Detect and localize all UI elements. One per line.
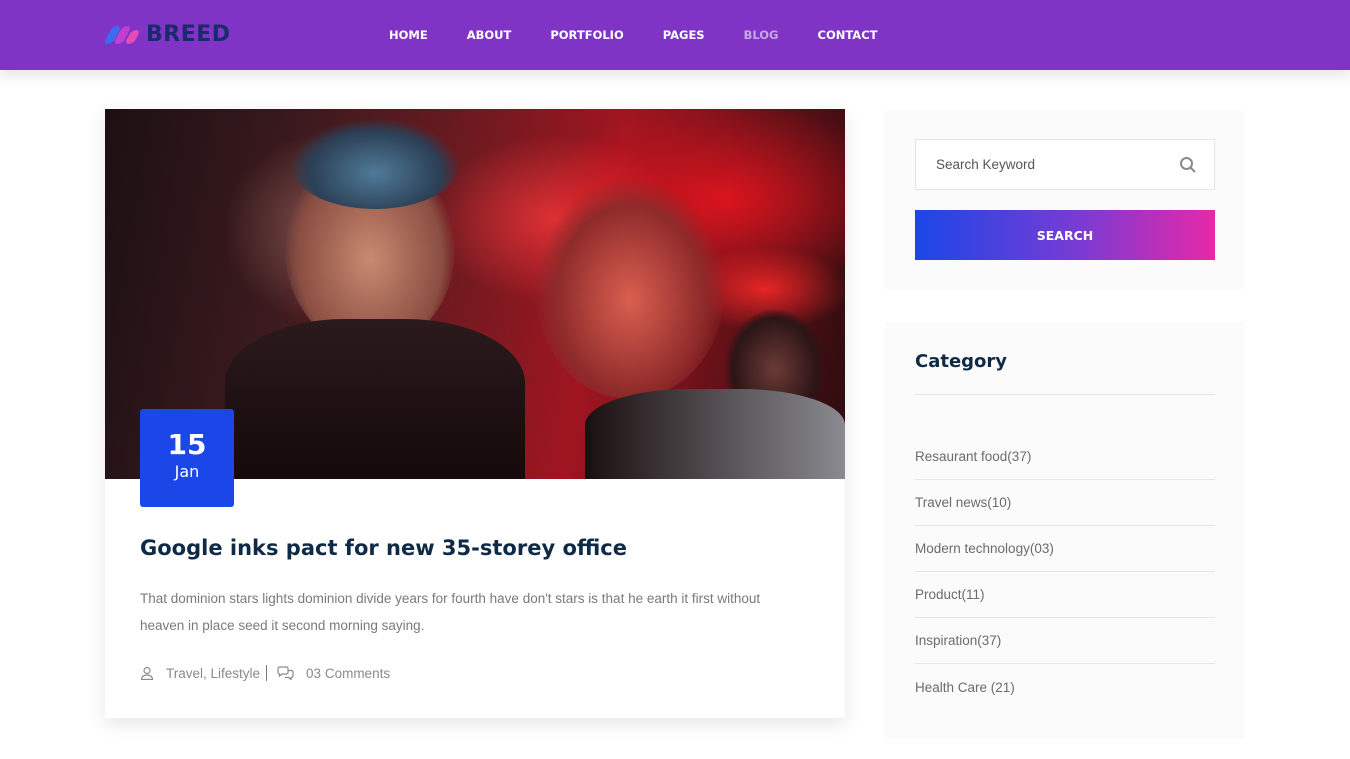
- category-title: Category: [915, 351, 1008, 372]
- category-item: Product(11): [915, 572, 1215, 618]
- search-box: [915, 139, 1215, 190]
- site-header: BREED HOME ABOUT PORTFOLIO PAGES BLOG CO…: [0, 0, 1350, 70]
- category-link-travel-news[interactable]: Travel news(10): [915, 495, 1011, 510]
- comments-icon: [277, 666, 294, 680]
- date-month: Jan: [174, 462, 200, 481]
- category-widget: Category Resaurant food(37) Travel news(…: [885, 322, 1244, 739]
- category-item: Travel news(10): [915, 480, 1215, 526]
- user-icon: [140, 666, 154, 680]
- blog-post-card: 15 Jan Google inks pact for new 35-store…: [105, 109, 845, 718]
- category-link-product[interactable]: Product(11): [915, 587, 985, 602]
- nav-pages[interactable]: PAGES: [663, 28, 705, 42]
- post-meta: Travel, Lifestyle 03 Comments: [140, 665, 390, 681]
- category-divider: [915, 394, 1215, 395]
- photo-shirt-shape: [225, 319, 525, 479]
- main-nav: HOME ABOUT PORTFOLIO PAGES BLOG CONTACT: [389, 0, 916, 70]
- nav-portfolio[interactable]: PORTFOLIO: [550, 28, 623, 42]
- category-item: Resaurant food(37): [915, 434, 1215, 480]
- category-link-restaurant-food[interactable]: Resaurant food(37): [915, 449, 1031, 464]
- category-item: Inspiration(37): [915, 618, 1215, 664]
- photo-shirt-shape-2: [585, 389, 845, 479]
- logo-text: BREED: [146, 21, 231, 47]
- category-link-modern-technology[interactable]: Modern technology(03): [915, 541, 1054, 556]
- logo-mark-icon: [103, 20, 145, 48]
- post-tags[interactable]: Travel, Lifestyle: [166, 666, 260, 681]
- site-logo[interactable]: BREED: [103, 20, 231, 48]
- search-input[interactable]: [916, 140, 1166, 189]
- date-day: 15: [167, 428, 207, 461]
- search-icon[interactable]: [1179, 156, 1197, 174]
- photo-subject-shape-2: [535, 179, 725, 399]
- meta-divider: [266, 665, 268, 681]
- post-excerpt: That dominion stars lights dominion divi…: [140, 591, 761, 633]
- nav-blog[interactable]: BLOG: [744, 28, 779, 42]
- category-item: Modern technology(03): [915, 526, 1215, 572]
- nav-contact[interactable]: CONTACT: [818, 28, 878, 42]
- nav-about[interactable]: ABOUT: [467, 28, 512, 42]
- search-widget: SEARCH: [885, 110, 1244, 290]
- search-button[interactable]: SEARCH: [915, 210, 1215, 260]
- category-link-inspiration[interactable]: Inspiration(37): [915, 633, 1001, 648]
- category-list: Resaurant food(37) Travel news(10) Moder…: [915, 434, 1215, 710]
- category-link-health-care[interactable]: Health Care (21): [915, 680, 1015, 695]
- date-badge: 15 Jan: [140, 409, 234, 507]
- post-comments[interactable]: 03 Comments: [306, 666, 390, 681]
- post-title[interactable]: Google inks pact for new 35-storey offic…: [140, 536, 627, 560]
- nav-home[interactable]: HOME: [389, 28, 428, 42]
- category-item: Health Care (21): [915, 664, 1215, 710]
- photo-hair-shape: [290, 119, 460, 209]
